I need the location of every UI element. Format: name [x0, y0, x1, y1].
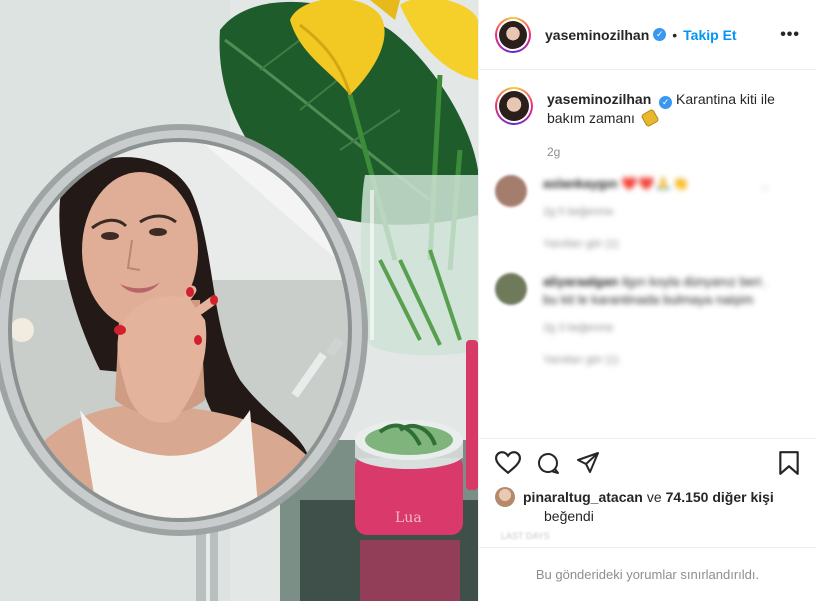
- fist-emoji-icon: [640, 108, 660, 128]
- liker-avatar[interactable]: [495, 487, 515, 507]
- comments-section[interactable]: yaseminozilhan ✓ Karantina kiti ile bakı…: [479, 71, 816, 438]
- likes-summary: pinaraltug_atacan ve 74.150 diğer kişi: [495, 487, 800, 507]
- post-actions: pinaraltug_atacan ve 74.150 diğer kişi b…: [479, 438, 816, 553]
- comment-item: aliyaraalgan ilgın koyla dünyanız beri b…: [495, 273, 800, 369]
- like-comment-icon[interactable]: ♡: [760, 281, 770, 294]
- more-options-icon[interactable]: •••: [780, 26, 800, 44]
- view-replies-link[interactable]: Yanıtları gör (1): [543, 351, 763, 369]
- post-header: yaseminozilhan ✓ • Takip Et •••: [479, 0, 816, 70]
- liker-username[interactable]: pinaraltug_atacan: [523, 489, 643, 505]
- likes-suffix: beğendi: [544, 508, 594, 524]
- faint-date-text: LAST DAYS: [501, 531, 550, 541]
- caption-username[interactable]: yaseminozilhan: [547, 91, 651, 107]
- author-avatar[interactable]: [495, 16, 531, 53]
- post-timestamp[interactable]: 2g: [547, 145, 800, 159]
- photo-illustration: Lua: [0, 0, 478, 601]
- author-username[interactable]: yaseminozilhan: [545, 27, 649, 43]
- post-side-panel: yaseminozilhan ✓ • Takip Et ••• yasemino…: [478, 0, 816, 601]
- separator-dot: •: [672, 26, 678, 43]
- comment-bubble-icon[interactable]: [535, 451, 561, 475]
- post-photo[interactable]: Lua: [0, 0, 478, 601]
- jar-label: Lua: [395, 510, 422, 526]
- comment-avatar[interactable]: [495, 175, 527, 207]
- caption-text-line2: bakım zamanı: [547, 110, 635, 126]
- comment-text: ❤️❤️🙏👏: [621, 176, 690, 191]
- caption-text-line1: Karantina kiti ile: [676, 91, 775, 107]
- post-caption: yaseminozilhan ✓ Karantina kiti ile bakı…: [495, 87, 800, 128]
- action-icons: [495, 439, 800, 487]
- likes-connector: ve: [646, 489, 662, 505]
- save-bookmark-icon[interactable]: [778, 450, 800, 476]
- like-heart-icon[interactable]: [495, 451, 521, 475]
- caption-avatar[interactable]: [495, 87, 533, 125]
- comment-username[interactable]: aliyaraalgan: [543, 274, 618, 289]
- comment-meta[interactable]: 2g 5 beğenme: [543, 203, 763, 221]
- comment-item: aslankaygın ❤️❤️🙏👏 2g 5 beğenme Yanıtlar…: [495, 175, 800, 253]
- follow-button[interactable]: Takip Et: [683, 27, 736, 43]
- view-replies-link[interactable]: Yanıtları gör (1): [543, 235, 763, 253]
- comment-avatar[interactable]: [495, 273, 527, 305]
- likes-count[interactable]: 74.150 diğer kişi: [666, 489, 774, 505]
- comment-meta[interactable]: 2g 3 beğenme: [543, 319, 763, 337]
- verified-badge-icon: ✓: [659, 96, 673, 109]
- comments-restricted-notice: Bu gönderideki yorumlar sınırlandırıldı.: [479, 547, 816, 601]
- comment-username[interactable]: aslankaygın: [543, 176, 617, 191]
- like-comment-icon[interactable]: ♡: [760, 183, 770, 196]
- share-paper-plane-icon[interactable]: [575, 451, 601, 475]
- verified-badge-icon: ✓: [653, 28, 667, 41]
